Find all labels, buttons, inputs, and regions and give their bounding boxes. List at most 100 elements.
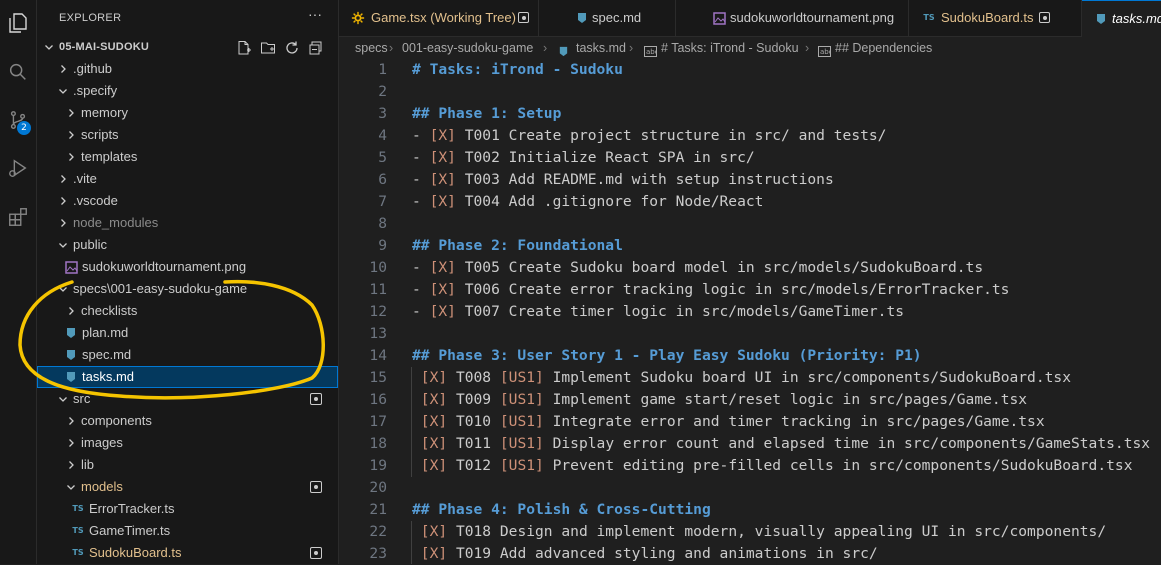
folder-item-images[interactable]: images [37,432,338,454]
modified-dot-icon [310,481,322,493]
extensions-icon[interactable] [5,204,31,230]
breadcrumb-item[interactable]: ## Dependencies [835,37,932,59]
modified-dot-icon [310,547,322,559]
folder-item-lib[interactable]: lib [37,454,338,476]
file-item-sudokuboard-ts[interactable]: TS SudokuBoard.ts [37,542,338,564]
tree-item-label: models [81,479,123,494]
new-file-icon[interactable] [236,40,252,56]
tree-item-label: .specify [73,83,118,98]
file-item-tasks-md[interactable]: tasks.md [37,366,338,388]
folder-item-memory[interactable]: memory [37,102,338,124]
chevron-right-icon [57,190,69,212]
workspace-root-label: 05-MAI-SUDOKU [59,41,149,53]
breadcrumb-item[interactable]: 001-easy-sudoku-game [402,37,533,59]
chevron-down-icon [57,388,69,410]
typescript-icon: TS [72,504,84,513]
line-number: 10 [369,259,387,276]
code-line[interactable]: - [X] T003 Add README.md with setup inst… [412,169,834,191]
more-actions-button[interactable]: ··· [308,6,322,22]
breadcrumb-item[interactable]: specs [355,37,388,59]
breadcrumb-item[interactable]: # Tasks: iTrond - Sudoku [661,37,799,59]
tree-item-label: src [73,391,91,406]
typescript-icon: TS [72,548,84,557]
modified-dot-icon[interactable] [518,12,529,23]
chevron-right-icon [65,432,77,454]
folder-item-src[interactable]: src [37,388,338,410]
file-item-spec-md[interactable]: spec.md [37,344,338,366]
chevron-down-icon [57,234,69,256]
code-line[interactable]: - [X] T006 Create error tracking logic i… [412,279,1009,301]
folder-item-scripts[interactable]: scripts [37,124,338,146]
chevron-right-icon [57,168,69,190]
code-line[interactable]: [X] T012 [US1] Prevent editing pre-fille… [412,455,1133,477]
code-line[interactable]: ## Phase 2: Foundational [412,235,623,257]
refresh-icon[interactable] [284,40,300,56]
code-line[interactable]: - [X] T005 Create Sudoku board model in … [412,257,983,279]
code-line[interactable]: - [X] T007 Create timer logic in src/mod… [412,301,904,323]
folder-item-specs-001-easy-sudoku-game[interactable]: specs\001-easy-sudoku-game [37,278,338,300]
markdown-icon [64,348,78,362]
modified-dot-icon[interactable] [1039,12,1050,23]
file-item-errortracker-ts[interactable]: TS ErrorTracker.ts [37,498,338,520]
line-number: 18 [369,435,387,452]
file-item-plan-md[interactable]: plan.md [37,322,338,344]
tab-sudoku-png[interactable]: sudokuworldtournament.png [676,0,909,36]
folder-item-checklists[interactable]: checklists [37,300,338,322]
folder-item-specify[interactable]: .specify [37,80,338,102]
chevron-right-icon: › [629,41,634,55]
tab-label: Game.tsx (Working Tree) [371,10,516,25]
run-debug-icon[interactable] [5,155,31,181]
breadcrumb-item[interactable]: tasks.md [576,37,626,59]
new-folder-icon[interactable] [260,40,276,56]
line-number: 13 [369,325,387,342]
line-number: 2 [378,83,387,100]
folder-item-node-modules[interactable]: node_modules [37,212,338,234]
collapse-all-icon[interactable] [308,40,324,56]
tree-item-label: .github [73,61,113,76]
tab-sudokuboard-ts[interactable]: TS SudokuBoard.ts [909,0,1082,36]
explorer-sidebar: EXPLORER ··· 05-MAI-SUDOKU .github .speci… [18,0,339,564]
markdown-icon [1094,12,1108,26]
code-line[interactable]: [X] T018 Design and implement modern, vi… [412,521,1106,543]
files-icon[interactable] [5,10,31,36]
code-line[interactable]: [X] T010 [US1] Integrate error and timer… [412,411,1045,433]
line-number: 23 [369,545,387,562]
folder-item-templates[interactable]: templates [37,146,338,168]
folder-item-vscode[interactable]: .vscode [37,190,338,212]
tab-game-tsx[interactable]: Game.tsx (Working Tree) [339,0,539,36]
line-number: 12 [369,303,387,320]
chevron-right-icon [65,454,77,476]
code-line[interactable]: [X] T009 [US1] Implement game start/rese… [412,389,1027,411]
file-item-sudokuworldtournament-png[interactable]: sudokuworldtournament.png [37,256,338,278]
folder-item-components[interactable]: components [37,410,338,432]
folder-item-vite[interactable]: .vite [37,168,338,190]
code-editor[interactable]: 1 # Tasks: iTrond - Sudoku 2 3 ## Phase 1: S… [339,59,1161,564]
activity-bar: 2 [0,0,37,564]
tree-item-label: ErrorTracker.ts [89,501,175,516]
code-line[interactable]: - [X] T001 Create project structure in s… [412,125,886,147]
code-line[interactable]: - [X] T004 Add .gitignore for Node/React [412,191,763,213]
folder-item-github[interactable]: .github [37,58,338,80]
code-line[interactable]: ## Phase 1: Setup [412,103,561,125]
code-line[interactable]: [X] T019 Add advanced styling and animat… [412,543,878,565]
code-line[interactable]: ## Phase 4: Polish & Cross-Cutting [412,499,711,521]
line-number: 5 [378,149,387,166]
folder-item-models[interactable]: models [37,476,338,498]
code-line[interactable]: [X] T008 [US1] Implement Sudoku board UI… [412,367,1071,389]
tab-tasks-md[interactable]: tasks.md [1082,0,1161,38]
tab-label: sudokuworldtournament.png [730,10,895,25]
explorer-title: EXPLORER [59,12,122,24]
file-item-gametimer-ts[interactable]: TS GameTimer.ts [37,520,338,542]
tree-item-label: sudokuworldtournament.png [82,259,247,274]
line-number: 7 [378,193,387,210]
tree-item-label: lib [81,457,95,472]
code-line[interactable]: [X] T011 [US1] Display error count and e… [412,433,1150,455]
search-icon[interactable] [5,59,31,85]
typescript-icon: TS [72,526,84,535]
folder-item-public[interactable]: public [37,234,338,256]
code-line[interactable]: - [X] T002 Initialize React SPA in src/ [412,147,755,169]
tab-spec-md[interactable]: spec.md [539,0,676,36]
chevron-right-icon [57,212,69,234]
code-line[interactable]: # Tasks: iTrond - Sudoku [412,59,623,81]
code-line[interactable]: ## Phase 3: User Story 1 - Play Easy Sud… [412,345,922,367]
